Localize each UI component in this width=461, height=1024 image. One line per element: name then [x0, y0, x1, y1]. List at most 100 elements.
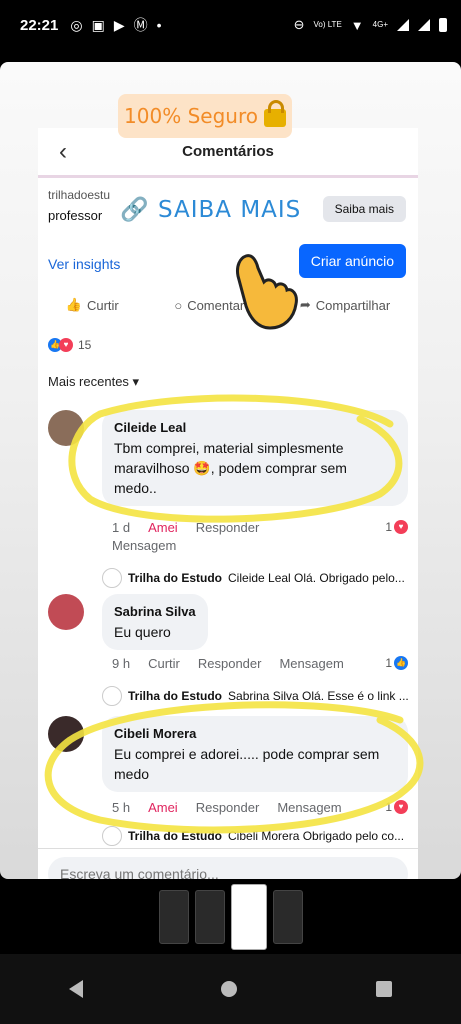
- create-ad-button[interactable]: Criar anúncio: [298, 244, 406, 278]
- heart-icon: ♥: [394, 520, 408, 534]
- reply-preview[interactable]: Trilha do Estudo Cileide Leal Olá. Obrig…: [102, 568, 408, 588]
- reply-author: Trilha do Estudo: [128, 829, 223, 843]
- comment-bubble: Cileide Leal Tbm comprei, material simpl…: [102, 410, 408, 506]
- avatar[interactable]: [48, 716, 84, 752]
- post-actions: 👍 Curtir ○ Comentar ➦ Compartilhar: [38, 290, 418, 320]
- comment-composer: [38, 848, 418, 879]
- recents-nav-icon[interactable]: [375, 981, 392, 997]
- secure-sticker: 100% Seguro: [118, 94, 292, 138]
- comment-meta: 5 h Amei Responder Mensagem: [112, 800, 342, 815]
- comment-bubble: Cibeli Morera Eu comprei e adorei..... p…: [102, 716, 408, 792]
- comment-reaction-count: 1 👍: [385, 656, 408, 670]
- comment-text: Eu quero: [114, 624, 171, 640]
- comment-reaction-count: 1 ♥: [385, 520, 408, 534]
- message-button[interactable]: Mensagem: [112, 538, 176, 553]
- count-value: 1: [385, 656, 392, 670]
- like-action[interactable]: 👍 Curtir: [66, 297, 119, 313]
- reply-button[interactable]: Responder: [196, 520, 260, 535]
- message-button[interactable]: Mensagem: [279, 656, 343, 671]
- like-label: Curtir: [86, 297, 119, 313]
- comment-item: Sabrina Silva Eu quero 9 h Curtir Respon…: [48, 594, 408, 724]
- story-thumbnail[interactable]: [272, 889, 303, 944]
- network-label: 4G+: [372, 20, 388, 29]
- status-time: 22:21: [20, 16, 59, 34]
- comment-meta: 9 h Curtir Responder Mensagem: [112, 656, 344, 671]
- story-thumbnail[interactable]: [194, 889, 225, 944]
- battery-icon: [439, 18, 447, 32]
- comment-text-2: maravilhoso 🤩, podem comprar sem: [114, 460, 347, 476]
- comment-bubble: Sabrina Silva Eu quero: [102, 594, 208, 650]
- avatar[interactable]: [48, 594, 84, 630]
- share-icon: ➦: [299, 297, 311, 312]
- chevron-down-icon: ▾: [132, 374, 140, 389]
- sort-dropdown[interactable]: Mais recentes ▾: [48, 374, 139, 390]
- status-bar: 22:21 ◎ ▣ ▶ Ⓜ • ⊖ Vo) LTE ▼ 4G+: [0, 0, 461, 50]
- link-icon: 🔗: [120, 197, 150, 223]
- reply-preview[interactable]: Trilha do Estudo Sabrina Silva Olá. Esse…: [102, 686, 408, 706]
- comment-author[interactable]: Cileide Leal: [114, 418, 396, 438]
- advertiser-subtitle: professor: [48, 208, 103, 223]
- comment-text: Eu comprei e adorei..... pode comprar se…: [114, 746, 380, 762]
- avatar[interactable]: [48, 410, 84, 446]
- page-avatar: [102, 826, 122, 846]
- instagram-icon: ◎: [70, 16, 83, 33]
- story-thumbnail-active[interactable]: [230, 883, 267, 950]
- comment-text-3: medo..: [114, 480, 157, 496]
- reply-preview[interactable]: Trilha do Estudo Cibeli Morera Obrigado …: [102, 826, 408, 846]
- volte-label: Vo) LTE: [313, 20, 342, 29]
- dnd-icon: ⊖: [293, 17, 305, 32]
- reactions-summary[interactable]: 👍 ♥ 15: [48, 338, 91, 352]
- system-nav-bar: [0, 954, 461, 1024]
- comment-icon: ○: [174, 297, 183, 313]
- message-button[interactable]: Mensagem: [277, 800, 341, 815]
- back-nav-icon[interactable]: [69, 980, 84, 998]
- reply-author: Trilha do Estudo: [128, 571, 223, 585]
- thumbs-up-icon: 👍: [65, 297, 82, 312]
- reply-author: Trilha do Estudo: [128, 689, 223, 703]
- motorola-icon: Ⓜ: [133, 17, 148, 33]
- signal-icon-2: [418, 19, 430, 31]
- insights-link[interactable]: Ver insights: [48, 256, 120, 272]
- like-icon: 👍: [394, 656, 408, 670]
- page-avatar: [102, 686, 122, 706]
- home-nav-icon[interactable]: [221, 981, 238, 997]
- learn-more-button[interactable]: Saiba mais: [322, 196, 406, 222]
- comment-meta-2: Mensagem: [112, 538, 176, 553]
- lock-icon: [263, 100, 286, 127]
- react-button[interactable]: Amei: [148, 800, 178, 815]
- comment-reaction-count: 1 ♥: [385, 800, 408, 814]
- react-button[interactable]: Curtir: [148, 656, 180, 671]
- reply-text: Sabrina Silva Olá. Esse é o link ...: [228, 689, 408, 703]
- secure-sticker-text: 100% Seguro: [124, 104, 258, 128]
- comment-time: 1 d: [112, 520, 131, 535]
- comment-author[interactable]: Cibeli Morera: [114, 724, 396, 744]
- reply-text: Cileide Leal Olá. Obrigado pelo...: [228, 571, 405, 585]
- heart-icon: ♥: [394, 800, 408, 814]
- reaction-count: 15: [78, 338, 92, 352]
- comment-text: Tbm comprei, material simplesmente: [114, 440, 344, 456]
- comment-time: 5 h: [112, 800, 131, 815]
- reply-text: Cibeli Morera Obrigado pelo co...: [228, 829, 405, 843]
- dot-icon: •: [156, 17, 162, 33]
- comment-author[interactable]: Sabrina Silva: [114, 602, 196, 622]
- reply-button[interactable]: Responder: [196, 800, 260, 815]
- page-avatar: [102, 568, 122, 588]
- comment-text-2: medo: [114, 766, 150, 782]
- share-action[interactable]: ➦ Compartilhar: [300, 297, 390, 313]
- react-button[interactable]: Amei: [148, 520, 178, 535]
- advertiser-name: trilhadoestu: [48, 188, 111, 202]
- page-title: Comentários: [182, 143, 274, 160]
- story-thumbnails: [0, 879, 461, 954]
- story-thumbnail[interactable]: [158, 889, 189, 944]
- youtube-icon: ▶: [113, 16, 125, 33]
- comments-card: ‹ Comentários trilhadoestu professor Sai…: [38, 128, 418, 879]
- learn-more-sticker: 🔗 SAIBA MAIS: [120, 196, 301, 223]
- wifi-icon: ▼: [350, 17, 364, 33]
- reply-button[interactable]: Responder: [198, 656, 262, 671]
- shopping-icon: ▣: [91, 16, 105, 33]
- comment-item: Cileide Leal Tbm comprei, material simpl…: [48, 410, 408, 588]
- love-reaction-icon: ♥: [59, 338, 73, 352]
- comment-input[interactable]: [48, 857, 408, 879]
- pointing-hand-icon: [236, 254, 298, 330]
- story-frame: 100% Seguro ‹ Comentários trilhadoestu p…: [0, 62, 461, 879]
